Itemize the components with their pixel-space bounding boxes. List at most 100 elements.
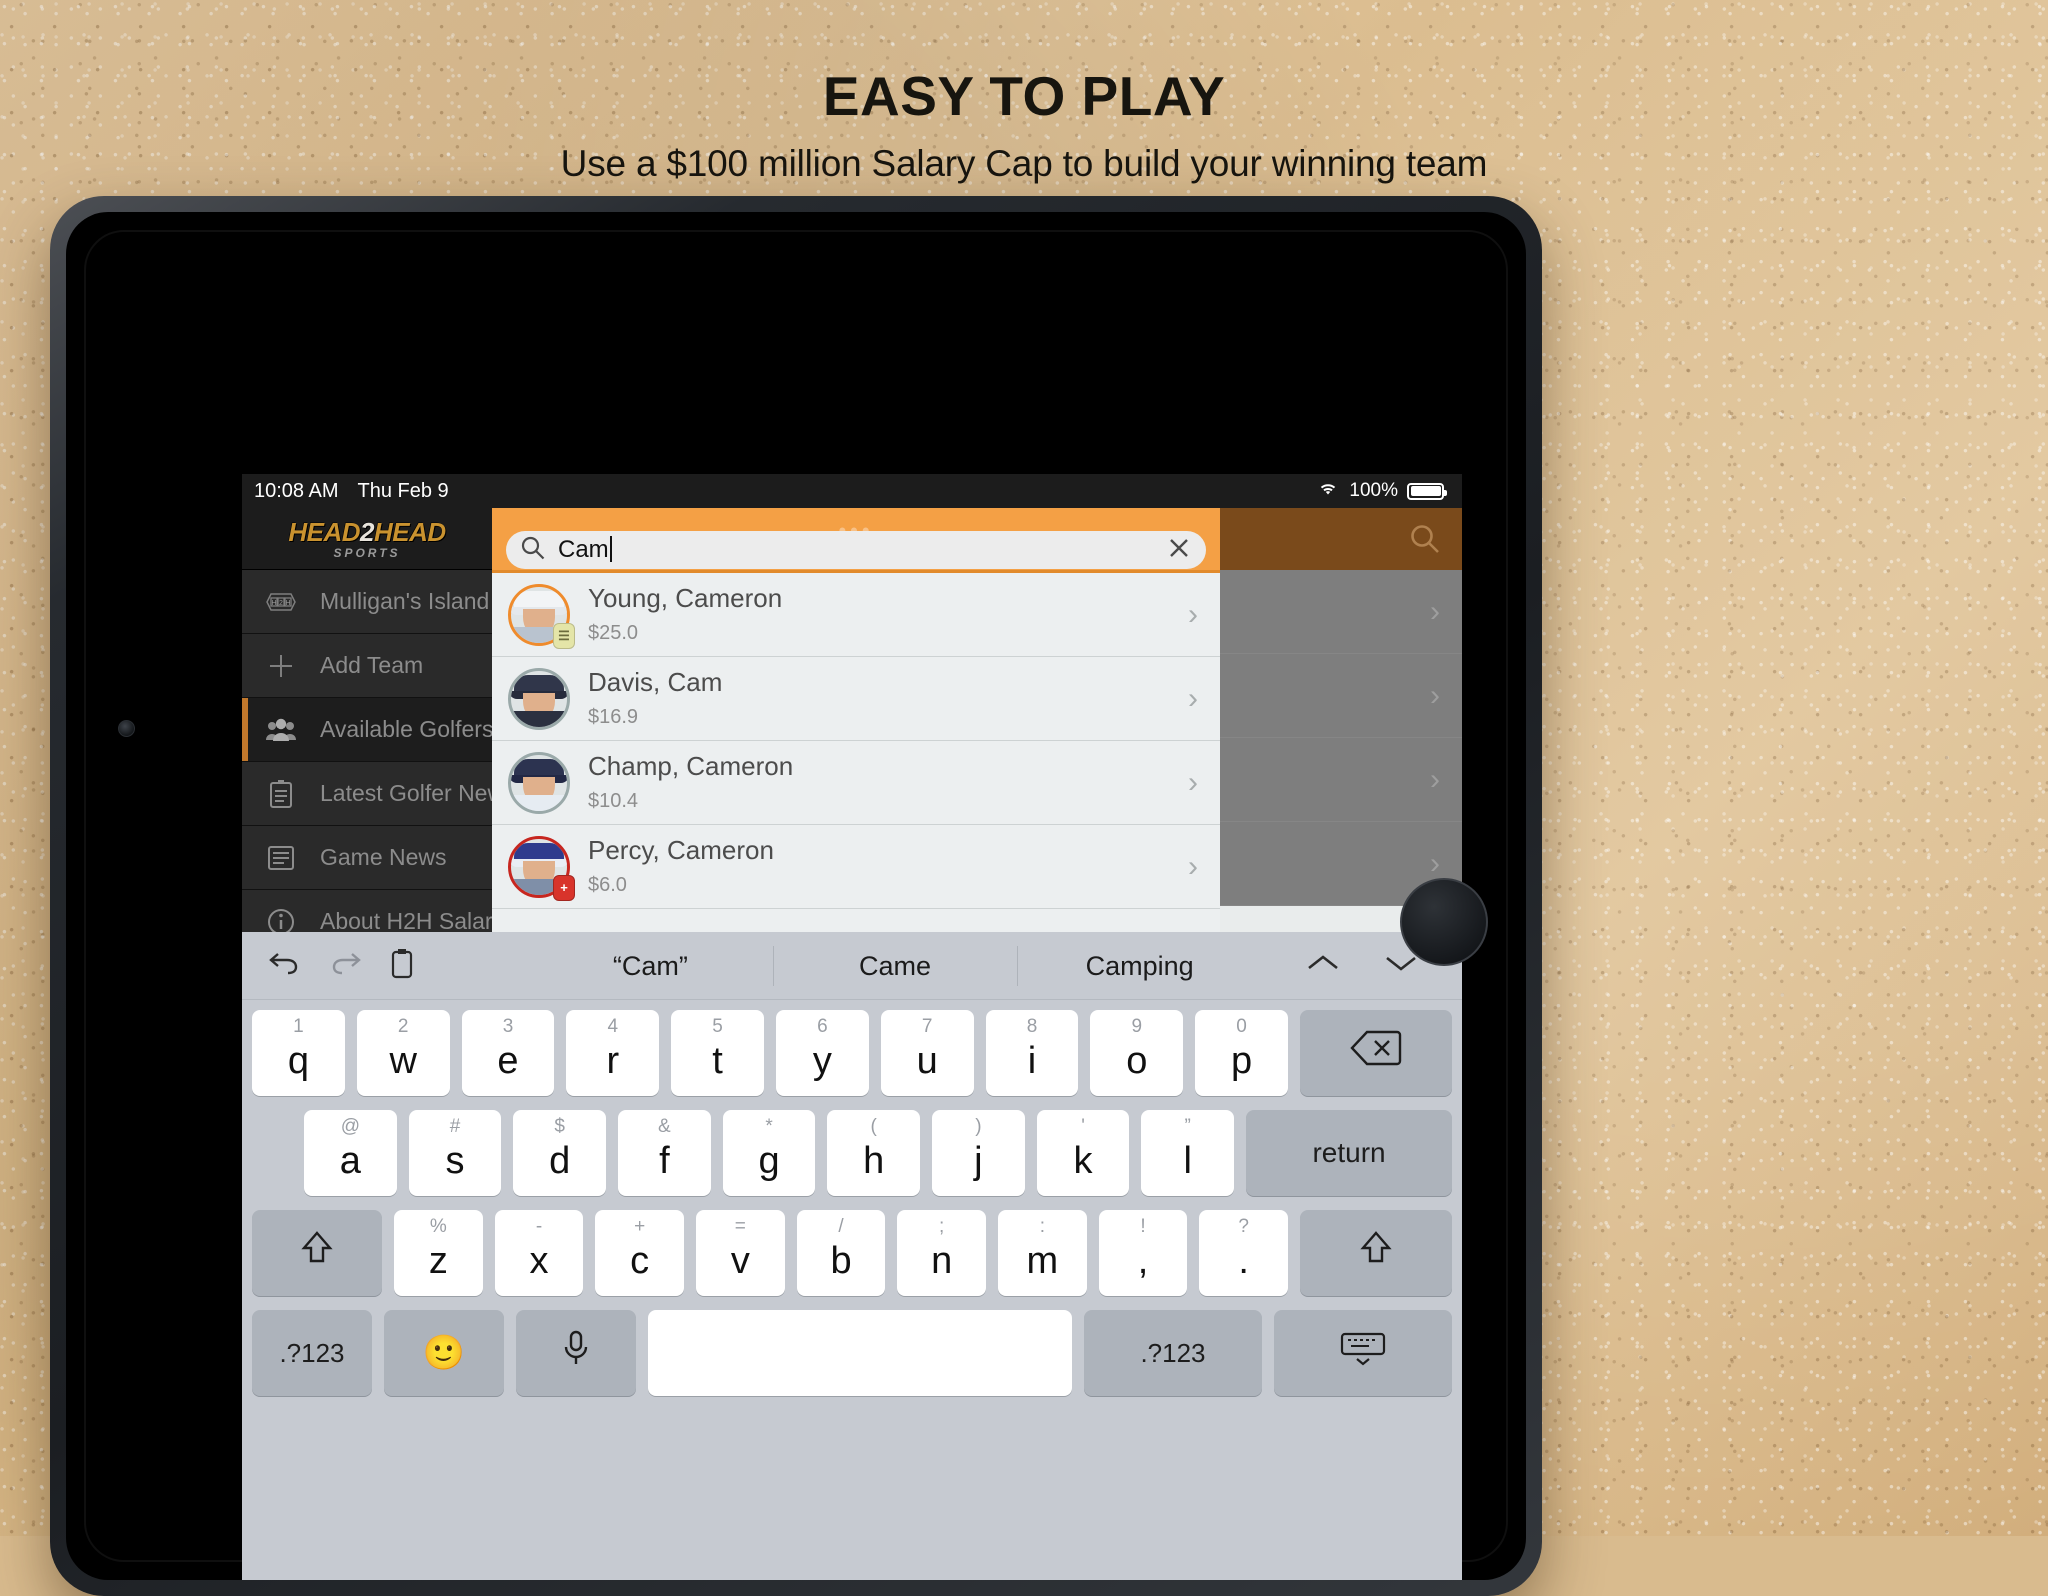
svg-text:2: 2 xyxy=(279,600,283,607)
keyboard-row-4: .?123 🙂 .?123 xyxy=(252,1310,1452,1406)
promo-subtitle: Use a $100 million Salary Cap to build y… xyxy=(560,143,1488,184)
device-screen-area: 10:08 AM Thu Feb 9 100% HEAD2HEAD SPORTS xyxy=(66,212,1526,1580)
battery-icon xyxy=(1407,482,1447,500)
key-z[interactable]: % z xyxy=(394,1210,483,1296)
chevron-right-icon: › xyxy=(1188,765,1198,799)
undo-icon[interactable] xyxy=(268,948,302,983)
on-screen-keyboard: “Cam” Came Camping 1q 2 w 3 e 4 r 5 t 6 … xyxy=(242,932,1462,1580)
home-button[interactable] xyxy=(1400,878,1488,966)
list-item[interactable]: Davis, Cam $16.9 › xyxy=(492,657,1220,741)
sidebar-item-label: Mulligan's Island xyxy=(320,588,490,614)
key-h[interactable]: (h xyxy=(827,1110,921,1196)
sidebar-item-label: Available Golfers xyxy=(320,716,494,742)
hide-keyboard-icon xyxy=(1339,1330,1387,1376)
numbers-key-right[interactable]: .?123 xyxy=(1084,1310,1262,1396)
key-g[interactable]: * g xyxy=(722,1110,816,1196)
text-caret xyxy=(609,536,612,562)
space-key[interactable] xyxy=(648,1310,1072,1396)
chevron-down-icon[interactable] xyxy=(1384,952,1418,979)
key-x[interactable]: -x xyxy=(494,1210,584,1296)
return-key[interactable]: return xyxy=(1246,1110,1453,1196)
close-icon[interactable] xyxy=(1166,535,1192,566)
backspace-icon xyxy=(1349,1028,1403,1078)
suggestion-1[interactable]: Came xyxy=(772,932,1018,1000)
promo-title: EASY TO PLAY xyxy=(822,65,1226,127)
sidebar-item-label: Latest Golfer News xyxy=(320,780,516,806)
paste-icon[interactable] xyxy=(388,946,416,985)
news-badge-icon: ☰ xyxy=(553,622,575,649)
key-k[interactable]: ' k xyxy=(1036,1110,1130,1196)
search-input-value: Cam xyxy=(558,536,612,564)
newspaper-icon xyxy=(264,841,298,875)
hide-keyboard-key[interactable] xyxy=(1274,1310,1452,1396)
status-date: Thu Feb 9 xyxy=(357,479,449,502)
key-c[interactable]: + c xyxy=(595,1210,685,1296)
sidebar-item-mulligans-island[interactable]: H2H Mulligan's Island xyxy=(242,570,492,634)
search-icon[interactable] xyxy=(1408,522,1442,561)
chevron-right-icon: › xyxy=(1188,597,1198,631)
emoji-key[interactable]: 🙂 xyxy=(384,1310,504,1396)
sidebar-item-add-team[interactable]: Add Team xyxy=(242,634,492,698)
shift-icon xyxy=(1356,1228,1396,1278)
key-j[interactable]: ) j xyxy=(932,1110,1025,1196)
key-d[interactable]: $ d xyxy=(513,1110,607,1196)
backspace-key[interactable] xyxy=(1299,1010,1452,1096)
key-f[interactable]: & f xyxy=(618,1110,711,1196)
search-input[interactable]: Cam xyxy=(506,531,1206,569)
microphone-key[interactable] xyxy=(516,1310,636,1396)
key-e[interactable]: 3e xyxy=(461,1010,555,1096)
list-item[interactable]: + Percy, Cameron $6.0 › xyxy=(492,825,1220,909)
app-screen: 10:08 AM Thu Feb 9 100% HEAD2HEAD SPORTS xyxy=(242,474,1462,1580)
keyboard-edit-tools xyxy=(242,946,528,985)
key-a[interactable]: @ a xyxy=(304,1110,397,1196)
shift-key-left[interactable] xyxy=(252,1210,382,1296)
numbers-key-left[interactable]: .?123 xyxy=(252,1310,372,1396)
avatar: + xyxy=(508,835,575,901)
key-n[interactable]: ; n xyxy=(897,1210,987,1296)
logo-wordmark: HEAD2HEAD xyxy=(288,516,446,547)
key-y[interactable]: 6y xyxy=(775,1010,869,1096)
key-l[interactable]: ” l xyxy=(1141,1110,1235,1196)
avatar xyxy=(508,667,570,730)
golfer-name: Davis, Cam xyxy=(588,666,723,697)
key-v[interactable]: = v xyxy=(696,1210,785,1296)
search-header: ••• Cam xyxy=(492,508,1220,570)
key-q[interactable]: 1q xyxy=(252,1010,345,1096)
shift-icon xyxy=(297,1228,337,1278)
app-logo: HEAD2HEAD SPORTS xyxy=(242,508,492,570)
sidebar-item-label: Add Team xyxy=(320,652,424,678)
key-b[interactable]: / b xyxy=(796,1210,886,1296)
key-i[interactable]: 8i xyxy=(985,1010,1079,1096)
redo-icon[interactable] xyxy=(328,948,362,983)
key-o[interactable]: 9o xyxy=(1090,1010,1184,1096)
shift-key-right[interactable] xyxy=(1300,1210,1453,1296)
golfer-price: $16.9 xyxy=(588,706,639,729)
key-comma[interactable]: !, xyxy=(1098,1210,1188,1296)
key-p[interactable]: 0p xyxy=(1195,1010,1288,1096)
keyboard-row-1: 1q 2w 3e 4r 5t 6y 7u 8i 9o 0p xyxy=(252,1010,1452,1096)
chevron-right-icon: › xyxy=(1188,681,1198,715)
chevron-up-icon[interactable] xyxy=(1306,952,1340,979)
list-item[interactable]: ☰ Young, Cameron $25.0 › xyxy=(492,573,1220,657)
key-u[interactable]: 7u xyxy=(880,1010,974,1096)
sidebar-item-game-news[interactable]: Game News xyxy=(242,826,492,890)
status-bar: 10:08 AM Thu Feb 9 100% xyxy=(242,474,1462,508)
golfer-name: Young, Cameron xyxy=(588,582,783,613)
golfer-name: Percy, Cameron xyxy=(588,834,774,865)
suggestion-2[interactable]: Camping xyxy=(1017,932,1262,1000)
key-w[interactable]: 2w xyxy=(356,1010,450,1096)
golfer-name: Champ, Cameron xyxy=(588,750,794,781)
microphone-icon xyxy=(562,1328,590,1378)
clipboard-icon xyxy=(264,777,298,811)
chevron-right-icon: › xyxy=(1430,762,1440,796)
key-r[interactable]: 4r xyxy=(566,1010,660,1096)
suggestion-0[interactable]: “Cam” xyxy=(528,932,773,1000)
chevron-right-icon: › xyxy=(1188,849,1198,883)
key-t[interactable]: 5t xyxy=(671,1010,764,1096)
sidebar-item-latest-golfer-news[interactable]: Latest Golfer News xyxy=(242,762,516,826)
key-s[interactable]: # s xyxy=(408,1110,502,1196)
sidebar-item-available-golfers[interactable]: Available Golfers xyxy=(242,698,494,762)
key-period[interactable]: ?. xyxy=(1199,1210,1289,1296)
key-m[interactable]: :m xyxy=(998,1210,1087,1296)
list-item[interactable]: Champ, Cameron $10.4 › xyxy=(492,741,1220,825)
